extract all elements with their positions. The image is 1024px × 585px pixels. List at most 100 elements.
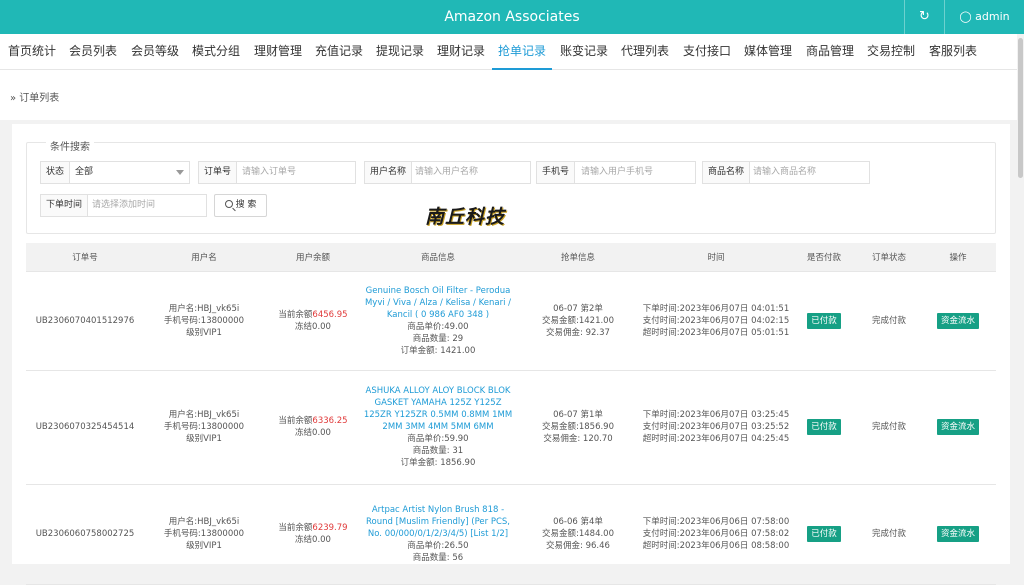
balance-label: 当前余额 (278, 523, 313, 533)
orders-table: 订单号 用户名 用户余额 商品信息 抢单信息 时间 是否付款 订单状态 操作 U… (26, 243, 996, 585)
nav-item-active[interactable]: 抢单记录 (492, 34, 553, 70)
search-legend: 条件搜索 (46, 138, 94, 153)
nav-item[interactable]: 支付接口 (683, 34, 731, 70)
user-menu[interactable]: ◯ admin (944, 0, 1024, 34)
nav-item[interactable]: 交易控制 (867, 34, 915, 70)
action-cell: 资金流水 (920, 484, 996, 585)
order-no-field[interactable]: 订单号 请输入订单号 (198, 161, 356, 184)
user-label: admin (975, 10, 1010, 23)
trade-amount: 交易金额:1484.00 (541, 529, 614, 539)
nav-item[interactable]: 商品管理 (806, 34, 854, 70)
user-level: 级别VIP1 (186, 541, 222, 551)
user-info: 用户名:HBJ_vk65i 手机号码:13800000 级别VIP1 (144, 271, 264, 371)
commission: 交易佣金: 96.46 (546, 541, 610, 551)
breadcrumb: » 订单列表 (0, 70, 1024, 120)
user-level: 级别VIP1 (186, 434, 222, 444)
time-placeholder: 请选择添加时间 (92, 200, 156, 210)
table-row: UB2306070325454514 用户名:HBJ_vk65i 手机号码:13… (26, 370, 996, 485)
phone-label: 手机号 (537, 162, 576, 183)
nav-item[interactable]: 首页统计 (8, 34, 56, 70)
order-no: UB2306060758002725 (26, 484, 144, 585)
quantity: 商品数量: 56 (412, 553, 464, 563)
phone-placeholder: 请输入用户手机号 (581, 167, 654, 177)
user-info: 用户名:HBJ_vk65i 手机号码:13800000 级别VIP1 (144, 370, 264, 485)
user-phone: 手机号码:13800000 (163, 422, 245, 432)
app-title: Amazon Associates (444, 9, 580, 25)
status-value: 全部 (75, 167, 94, 177)
product-title[interactable]: ASHUKA ALLOY ALOY BLOCK BLOK GASKET YAMA… (362, 385, 514, 433)
grab-info: 06-07 第1单 交易金额:1856.90 交易佣金: 120.70 (514, 370, 642, 485)
scrollbar-thumb[interactable] (1018, 38, 1023, 178)
balance-value: 6336.25 (312, 416, 348, 426)
nav-item[interactable]: 模式分组 (192, 34, 240, 70)
frozen-amount: 冻结0.00 (295, 428, 331, 438)
top-header: Amazon Associates ↻ ◯ admin (0, 0, 1024, 34)
product-title[interactable]: Genuine Bosch Oil Filter - Perodua Myvi … (362, 285, 514, 321)
table-row: UB2306060758002725 用户名:HBJ_vk65i 手机号码:13… (26, 484, 996, 585)
nav-item[interactable]: 账变记录 (560, 34, 608, 70)
fund-flow-button[interactable]: 资金流水 (936, 526, 979, 542)
nav-item[interactable]: 媒体管理 (744, 34, 792, 70)
grab-date: 06-07 第2单 (553, 303, 603, 314)
balance-info: 当前余额6239.79 冻结0.00 (264, 484, 362, 585)
nav-item[interactable]: 理财管理 (254, 34, 302, 70)
product-info: ASHUKA ALLOY ALOY BLOCK BLOK GASKET YAMA… (362, 370, 514, 485)
nav-item[interactable]: 会员等级 (131, 34, 179, 70)
grab-date: 06-06 第4单 (553, 517, 603, 527)
paid-badge: 已付款 (807, 526, 841, 542)
nav-item[interactable]: 代理列表 (621, 34, 669, 70)
username-field[interactable]: 用户名称 请输入用户名称 (364, 161, 531, 184)
trade-amount: 交易金额:1421.00 (541, 315, 614, 326)
balance-label: 当前余额 (278, 416, 313, 426)
product-title[interactable]: Artpac Artist Nylon Brush 818 - Round [M… (362, 504, 514, 540)
nav-item[interactable]: 提现记录 (376, 34, 424, 70)
quantity: 商品数量: 31 (412, 446, 464, 456)
order-time: 下单时间:2023年06月07日 04:01:51 (642, 303, 790, 314)
nav-item[interactable]: 客服列表 (929, 34, 977, 70)
action-cell: 资金流水 (920, 370, 996, 485)
time-label: 下单时间 (41, 195, 89, 216)
col-product: 商品信息 (362, 243, 514, 272)
paid-badge: 已付款 (807, 312, 841, 329)
time-info: 下单时间:2023年06月07日 03:25:45 支付时间:2023年06月0… (642, 370, 790, 485)
grab-info: 06-07 第2单 交易金额:1421.00 交易佣金: 92.37 (514, 271, 642, 371)
paid-cell: 已付款 (790, 271, 858, 371)
balance-info: 当前余额6336.25 冻结0.00 (264, 370, 362, 485)
status-cell: 完成付款 (858, 271, 920, 371)
fund-flow-button[interactable]: 资金流水 (936, 419, 979, 435)
time-field[interactable]: 下单时间 请选择添加时间 (40, 194, 207, 217)
breadcrumb-label: » 订单列表 (10, 93, 60, 104)
grab-date: 06-07 第1单 (553, 410, 603, 420)
search-button[interactable]: 搜 索 (214, 194, 267, 217)
paid-cell: 已付款 (790, 370, 858, 485)
time-info: 下单时间:2023年06月06日 07:58:00 支付时间:2023年06月0… (642, 484, 790, 585)
balance-info: 当前余额6456.95 冻结0.00 (264, 271, 362, 371)
col-balance: 用户余额 (264, 243, 362, 272)
order-no-placeholder: 请输入订单号 (242, 167, 297, 177)
username-label: 用户名称 (365, 162, 413, 183)
main-nav: 首页统计 会员列表 会员等级 模式分组 理财管理 充值记录 提现记录 理财记录 … (0, 34, 1024, 70)
table-row: UB2306070401512976 用户名:HBJ_vk65i 手机号码:13… (26, 271, 996, 371)
nav-item[interactable]: 充值记录 (315, 34, 363, 70)
col-paid: 是否付款 (790, 243, 858, 272)
nav-item[interactable]: 会员列表 (69, 34, 117, 70)
col-grab-info: 抢单信息 (514, 243, 642, 272)
user-info: 用户名:HBJ_vk65i 手机号码:13800000 级别VIP1 (144, 484, 264, 585)
col-username: 用户名 (144, 243, 264, 272)
product-field[interactable]: 商品名称 请输入商品名称 (702, 161, 870, 184)
pay-time: 支付时间:2023年06月06日 07:58:02 (642, 529, 790, 539)
unit-price: 商品单价:26.50 (407, 541, 469, 551)
fund-flow-button[interactable]: 资金流水 (936, 312, 979, 329)
quantity: 商品数量: 29 (412, 333, 464, 344)
phone-field[interactable]: 手机号 请输入用户手机号 (536, 161, 696, 184)
order-no: UB2306070401512976 (26, 271, 144, 371)
user-name: 用户名:HBJ_vk65i (168, 410, 240, 420)
refresh-icon[interactable]: ↻ (904, 0, 944, 34)
page-scrollbar[interactable] (1017, 34, 1024, 559)
status-select[interactable]: 状态 全部 (40, 161, 190, 184)
order-amount: 订单金额: 1421.00 (400, 345, 476, 356)
frozen-amount: 冻结0.00 (295, 321, 331, 332)
paid-badge: 已付款 (807, 419, 841, 435)
balance-label: 当前余额 (278, 309, 313, 320)
nav-item[interactable]: 理财记录 (437, 34, 485, 70)
